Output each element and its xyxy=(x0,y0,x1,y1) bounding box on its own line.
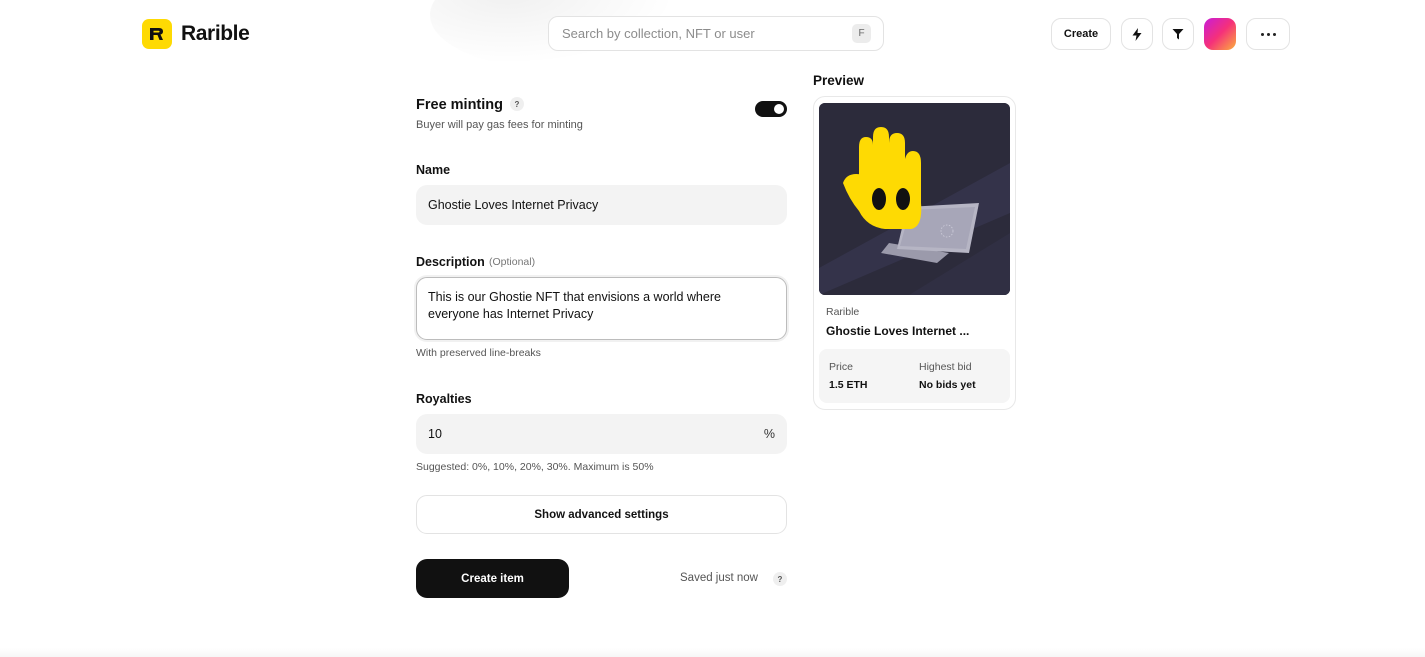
free-minting-help-icon[interactable]: ? xyxy=(510,97,524,111)
description-label: Description xyxy=(416,255,485,269)
royalties-label: Royalties xyxy=(416,392,472,406)
free-minting-toggle[interactable] xyxy=(755,101,787,117)
description-optional: (Optional) xyxy=(489,256,536,268)
card-collection-name: Rarible xyxy=(826,306,860,318)
description-helper: With preserved line-breaks xyxy=(416,347,541,359)
royalties-percent-suffix: % xyxy=(763,427,775,441)
create-button[interactable]: Create xyxy=(1051,18,1111,50)
avatar[interactable] xyxy=(1204,18,1236,50)
royalties-value: 10 xyxy=(428,427,442,441)
royalties-helper: Suggested: 0%, 10%, 20%, 30%. Maximum is… xyxy=(416,461,654,473)
show-advanced-settings-button[interactable]: Show advanced settings xyxy=(416,495,787,534)
highest-bid-label: Highest bid xyxy=(919,361,972,373)
free-minting-subtitle: Buyer will pay gas fees for minting xyxy=(416,119,583,131)
search-shortcut-key: F xyxy=(852,24,871,43)
rarible-logo-icon xyxy=(142,19,172,49)
more-icon xyxy=(1260,32,1276,36)
saved-status: Saved just now xyxy=(680,572,758,584)
search-bar[interactable]: Search by collection, NFT or user F xyxy=(548,16,884,51)
description-line-1: This is our Ghostie NFT that envisions a… xyxy=(428,290,721,304)
price-label: Price xyxy=(829,361,853,373)
highest-bid-value: No bids yet xyxy=(919,379,976,391)
free-minting-title: Free minting xyxy=(416,97,504,113)
name-input[interactable]: Ghostie Loves Internet Privacy xyxy=(416,185,787,225)
saved-help-icon[interactable]: ? xyxy=(773,572,787,586)
filter-icon xyxy=(1172,29,1184,40)
card-stats: Price 1.5 ETH Highest bid No bids yet xyxy=(819,349,1010,403)
logo-text: Rarible xyxy=(181,22,250,45)
activity-button[interactable] xyxy=(1121,18,1153,50)
search-input[interactable]: Search by collection, NFT or user xyxy=(562,26,852,41)
more-button[interactable] xyxy=(1246,18,1290,50)
create-item-button[interactable]: Create item xyxy=(416,559,569,598)
name-label: Name xyxy=(416,163,451,177)
bottom-divider xyxy=(0,648,1425,657)
filter-button[interactable] xyxy=(1162,18,1194,50)
toggle-knob xyxy=(774,104,784,114)
description-textarea[interactable]: This is our Ghostie NFT that envisions a… xyxy=(416,277,787,340)
price-value: 1.5 ETH xyxy=(829,379,868,391)
card-nft-name: Ghostie Loves Internet ... xyxy=(826,324,970,338)
preview-card[interactable]: Rarible Ghostie Loves Internet ... Price… xyxy=(813,96,1016,410)
description-line-2: everyone has Internet Privacy xyxy=(428,307,594,321)
preview-title: Preview xyxy=(813,73,865,88)
royalties-input[interactable]: 10 % xyxy=(416,414,787,454)
nft-artwork xyxy=(819,103,1010,295)
bolt-icon xyxy=(1132,27,1142,41)
rarible-logo[interactable]: Rarible xyxy=(142,19,250,49)
